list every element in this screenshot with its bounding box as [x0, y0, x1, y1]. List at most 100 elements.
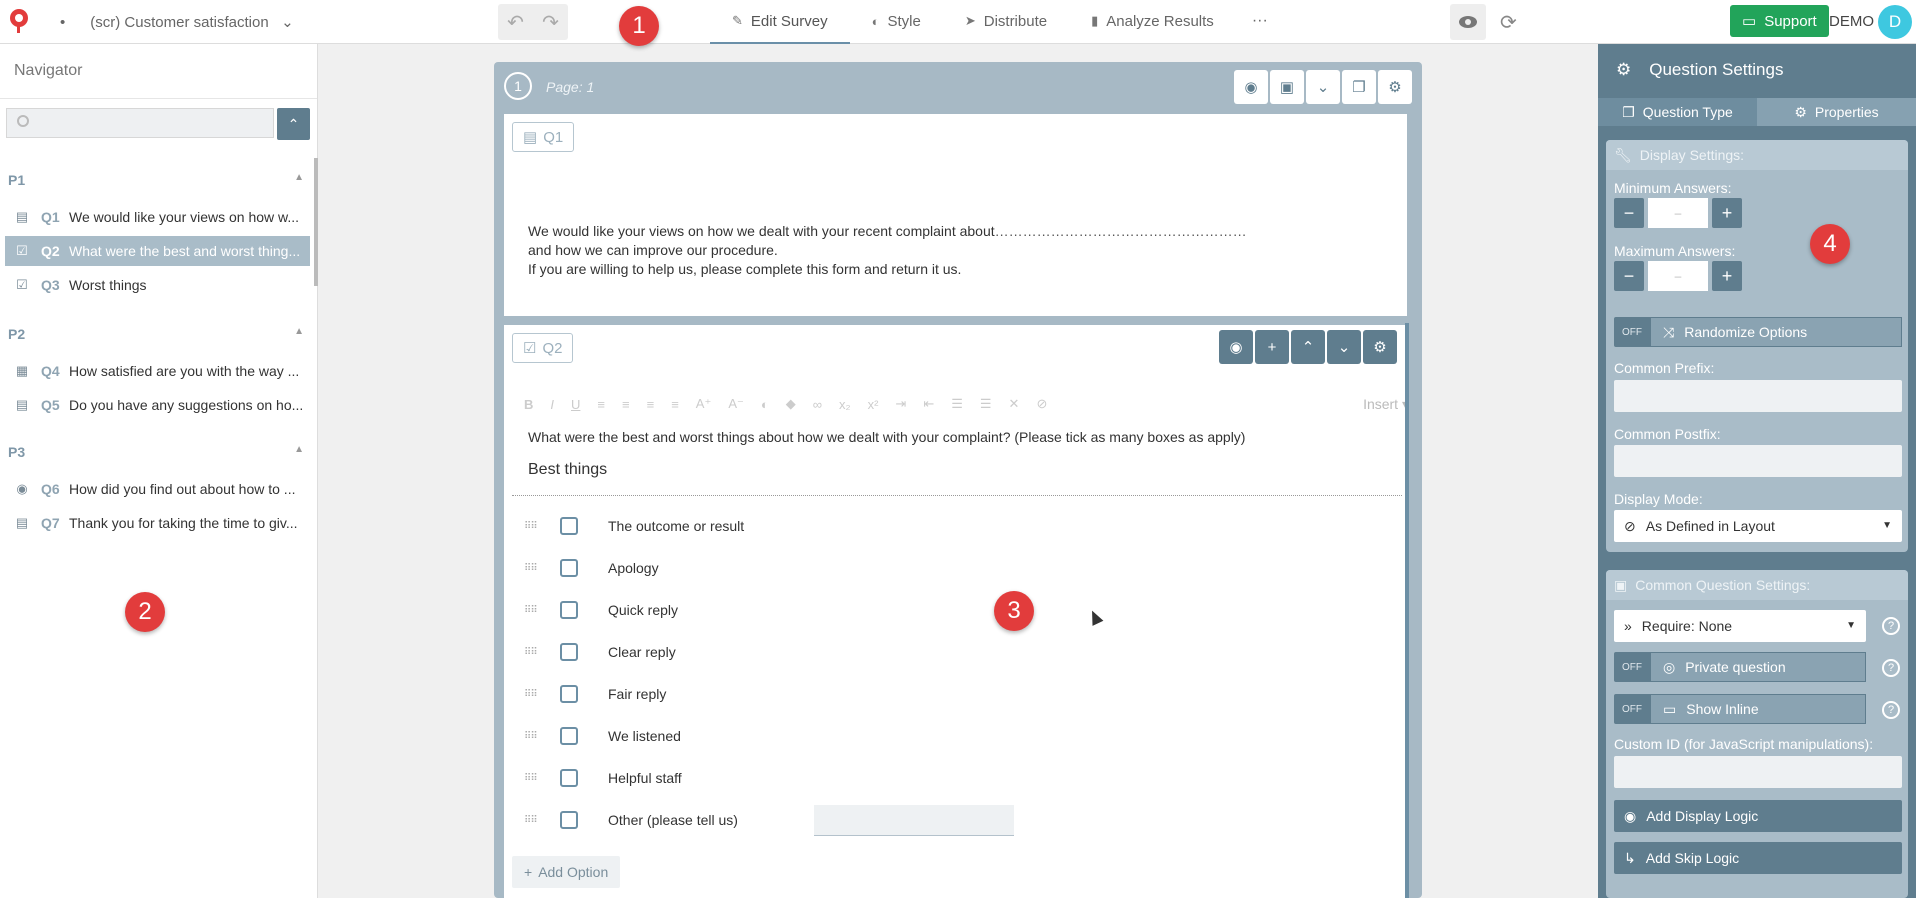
other-text-input[interactable] — [814, 805, 1014, 836]
option-checkbox[interactable] — [560, 643, 578, 661]
plus-icon[interactable]: + — [1712, 261, 1742, 291]
caret-up-icon[interactable]: ▲ — [294, 444, 304, 455]
add-skip-logic-button[interactable]: ↳ Add Skip Logic — [1614, 842, 1902, 874]
option-label[interactable]: Other (please tell us) — [608, 812, 738, 828]
navigator-page-p3[interactable]: P3 ▲ — [8, 444, 304, 460]
max-answers-value[interactable]: – — [1648, 261, 1708, 291]
randomize-options-toggle[interactable]: OFF ⤨ Randomize Options — [1614, 317, 1902, 347]
option-label[interactable]: Fair reply — [608, 686, 666, 702]
navigator-item-q7[interactable]: ▤ Q7 Thank you for taking the time to gi… — [5, 508, 310, 538]
option-label[interactable]: The outcome or result — [608, 518, 744, 534]
option-label[interactable]: Quick reply — [608, 602, 678, 618]
outdent-icon[interactable]: ⇤ — [923, 396, 934, 412]
toggle-state[interactable]: OFF — [1614, 652, 1650, 682]
bullet-list-icon[interactable]: ☰ — [951, 396, 963, 412]
fill-icon[interactable]: ◆ — [786, 396, 796, 412]
require-select[interactable]: » Require: None ▼ — [1614, 610, 1866, 642]
option-label[interactable]: Helpful staff — [608, 770, 682, 786]
survey-selector[interactable]: • (scr) Customer satisfaction ⌄ — [60, 13, 294, 31]
caret-up-icon[interactable]: ▲ — [294, 172, 304, 183]
refresh-icon[interactable]: ⟳ — [1500, 10, 1517, 35]
gear-icon[interactable]: ⚙ — [1378, 70, 1412, 104]
font-size-up-icon[interactable]: A⁺ — [696, 396, 712, 412]
common-postfix-input[interactable] — [1614, 445, 1902, 477]
redo-icon[interactable]: ↷ — [533, 4, 568, 40]
option-checkbox[interactable] — [560, 517, 578, 535]
drag-handle-icon[interactable]: ⠿⠿ — [524, 605, 540, 616]
toggle-label[interactable]: ⤨ Randomize Options — [1650, 317, 1902, 347]
add-option-button[interactable]: + Add Option — [512, 856, 621, 888]
clear-format-icon[interactable]: ✕ — [1009, 396, 1020, 412]
eye-icon[interactable]: ◉ — [1234, 70, 1268, 104]
custom-id-input[interactable] — [1614, 756, 1902, 788]
eye-icon[interactable]: ◉ — [1219, 330, 1253, 364]
drag-handle-icon[interactable]: ⠿⠿ — [524, 689, 540, 700]
tab-distribute[interactable]: ➤ Distribute — [943, 0, 1069, 42]
drag-handle-icon[interactable]: ⠿⠿ — [524, 731, 540, 742]
question-card-q2[interactable]: ☑ Q2 ◉ + ⌃ ⌄ ⚙ B I U ≡ ≡ ≡ ≡ A⁺ A⁻ ◐ ◆ ∞… — [504, 325, 1409, 898]
numbered-list-icon[interactable]: ☰ — [980, 396, 992, 412]
minus-icon[interactable]: − — [1614, 198, 1644, 228]
option-row[interactable]: ⠿⠿ The outcome or result — [524, 511, 744, 541]
tab-question-type[interactable]: ❐ Question Type — [1598, 98, 1757, 126]
collapse-all-button[interactable]: ⌃ — [277, 108, 310, 140]
underline-icon[interactable]: U — [571, 397, 580, 412]
option-checkbox[interactable] — [560, 685, 578, 703]
navigator-item-q4[interactable]: ▦ Q4 How satisfied are you with the way … — [5, 356, 310, 386]
option-row[interactable]: ⠿⠿ Apology — [524, 553, 659, 583]
chevron-up-icon[interactable]: ⌃ — [1291, 330, 1325, 364]
option-label[interactable]: Apology — [608, 560, 659, 576]
superscript-icon[interactable]: x² — [868, 397, 879, 412]
common-prefix-input[interactable] — [1614, 380, 1902, 412]
palette-icon[interactable]: ◐ — [761, 397, 769, 412]
option-checkbox[interactable] — [560, 811, 578, 829]
help-icon[interactable]: ? — [1882, 617, 1900, 635]
link-icon[interactable]: ∞ — [813, 397, 822, 412]
preview-button[interactable] — [1450, 4, 1486, 40]
option-row[interactable]: ⠿⠿ We listened — [524, 721, 681, 751]
add-icon[interactable]: + — [1255, 330, 1289, 364]
drag-handle-icon[interactable]: ⠿⠿ — [524, 563, 540, 574]
add-page-icon[interactable]: ▣ — [1270, 70, 1304, 104]
show-inline-toggle[interactable]: OFF ▭ Show Inline — [1614, 694, 1866, 724]
chevron-down-icon[interactable]: ⌄ — [1306, 70, 1340, 104]
insert-dropdown[interactable]: Insert ▾ — [1363, 396, 1409, 413]
plus-icon[interactable]: + — [1712, 198, 1742, 228]
option-row[interactable]: ⠿⠿ Clear reply — [524, 637, 676, 667]
display-mode-select[interactable]: ⊘ As Defined in Layout ▼ — [1614, 510, 1902, 542]
gear-icon[interactable]: ⚙ — [1363, 330, 1397, 364]
align-right-icon[interactable]: ≡ — [647, 397, 655, 412]
drag-handle-icon[interactable]: ⠿⠿ — [524, 773, 540, 784]
toggle-label[interactable]: ◎ Private question — [1650, 652, 1866, 682]
navigator-scrollbar[interactable] — [314, 158, 318, 286]
option-checkbox[interactable] — [560, 601, 578, 619]
question-card-q1[interactable]: ▤ Q1 We would like your views on how we … — [504, 114, 1407, 316]
support-button[interactable]: ▭ Support — [1730, 5, 1829, 37]
tab-edit-survey[interactable]: ✎ Edit Survey — [710, 0, 850, 44]
min-answers-value[interactable]: – — [1648, 198, 1708, 228]
option-checkbox[interactable] — [560, 559, 578, 577]
avatar[interactable]: D — [1878, 5, 1912, 39]
navigator-item-q6[interactable]: ◉ Q6 How did you find out about how to .… — [5, 474, 310, 504]
toggle-state[interactable]: OFF — [1614, 694, 1650, 724]
font-size-down-icon[interactable]: A⁻ — [728, 396, 744, 412]
tab-style[interactable]: ◐ Style — [850, 0, 943, 42]
option-checkbox[interactable] — [560, 769, 578, 787]
navigator-page-p2[interactable]: P2 ▲ — [8, 326, 304, 342]
drag-handle-icon[interactable]: ⠿⠿ — [524, 815, 540, 826]
align-left-icon[interactable]: ≡ — [597, 397, 605, 412]
tab-properties[interactable]: ⚙ Properties — [1757, 98, 1916, 126]
navigator-item-q1[interactable]: ▤ Q1 We would like your views on how w..… — [5, 202, 310, 232]
remove-link-icon[interactable]: ⊘ — [1036, 396, 1047, 412]
copy-icon[interactable]: ❐ — [1342, 70, 1376, 104]
drag-handle-icon[interactable]: ⠿⠿ — [524, 521, 540, 532]
justify-icon[interactable]: ≡ — [671, 397, 679, 412]
align-center-icon[interactable]: ≡ — [622, 397, 630, 412]
common-settings-header[interactable]: ▣ Common Question Settings: — [1606, 570, 1908, 600]
toggle-label[interactable]: ▭ Show Inline — [1650, 694, 1866, 724]
caret-up-icon[interactable]: ▲ — [294, 326, 304, 337]
bold-icon[interactable]: B — [524, 397, 533, 412]
more-menu-icon[interactable]: ··· — [1236, 0, 1284, 42]
navigator-item-q3[interactable]: ☑ Q3 Worst things — [5, 270, 310, 300]
section-heading[interactable]: Best things — [528, 461, 607, 479]
